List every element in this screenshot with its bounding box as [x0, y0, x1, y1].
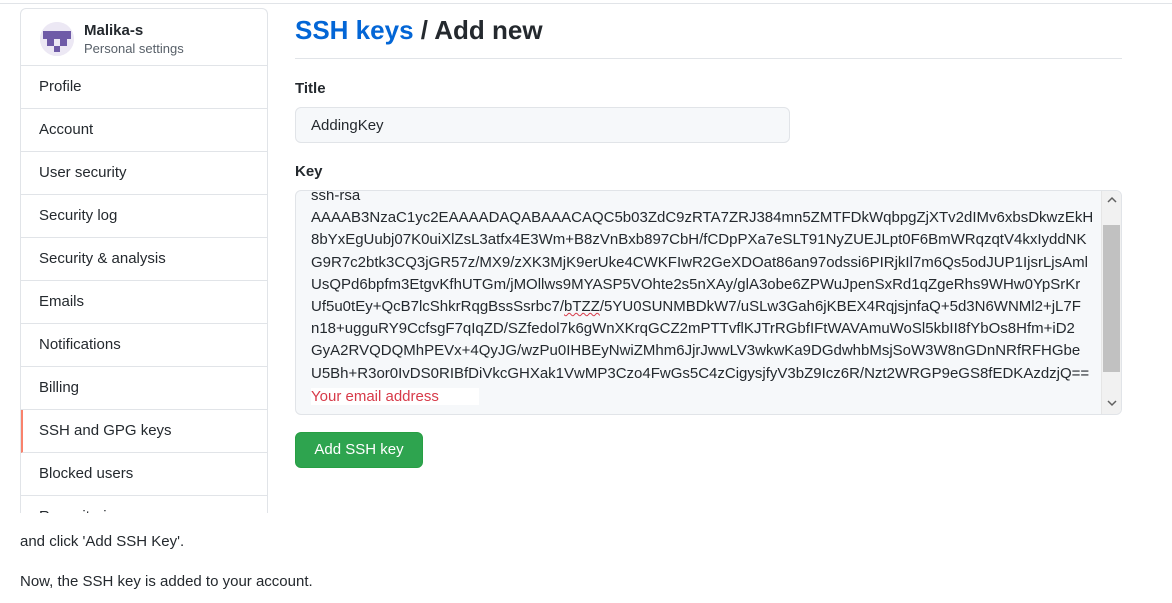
- breadcrumb-ssh-keys-link[interactable]: SSH keys: [295, 15, 414, 45]
- key-line: n18+ugguRY9CcfsgF7qIqZD/SZfedol7k6gWnXKr…: [311, 320, 1075, 338]
- key-line: U5Bh+R3or0IvDS0RIBfDiVkcGHXak1VwMP3Czo4F…: [311, 364, 1090, 382]
- key-textarea[interactable]: ssh-rsa AAAAB3NzaC1yc2EAAAADAQABAAACAQC5…: [295, 190, 1122, 415]
- key-line: 8bYxEgUubj07K0uiXlZsL3atfx4E3Wm+B8zVnBxb…: [311, 231, 1087, 249]
- email-annotation: Your email address: [311, 388, 479, 405]
- sidebar-item-profile[interactable]: Profile: [21, 66, 267, 109]
- key-text: ssh-rsa AAAAB3NzaC1yc2EAAAADAQABAAACAQC5…: [311, 190, 1097, 385]
- key-line: GyA2RVQDQMhPEVx+4QyJG/wzPu0IHBEyNwiZMhm6…: [311, 342, 1081, 360]
- top-divider: [0, 3, 1172, 4]
- key-scrollbar[interactable]: [1101, 191, 1121, 414]
- identicon-icon: [40, 22, 74, 56]
- sidebar-item-security-log[interactable]: Security log: [21, 195, 267, 238]
- user-header: Malika-s Personal settings: [21, 9, 267, 66]
- key-line: ssh-rsa: [311, 190, 361, 204]
- sidebar-item-notifications[interactable]: Notifications: [21, 324, 267, 367]
- instruction-line-2: Now, the SSH key is added to your accoun…: [20, 573, 313, 590]
- user-name: Malika-s: [84, 22, 144, 39]
- sidebar-item-blocked-users[interactable]: Blocked users: [21, 453, 267, 496]
- sidebar-item-billing[interactable]: Billing: [21, 367, 267, 410]
- scrollbar-thumb[interactable]: [1103, 225, 1120, 372]
- key-label: Key: [295, 163, 323, 180]
- chevron-up-icon[interactable]: [1102, 193, 1121, 210]
- header-divider: [295, 58, 1122, 59]
- title-label: Title: [295, 80, 326, 97]
- key-line: G9R7c2btk3CQ3jGR57z/MX9/zXK3MjK9erUke4CW…: [311, 253, 1088, 271]
- key-line: UsQPd6bpfm3EtgvKfhUTGm/jMOllws9MYASP5VOh…: [311, 275, 1081, 293]
- title-input[interactable]: [295, 107, 790, 143]
- key-line: AAAAB3NzaC1yc2EAAAADAQABAAACAQC5b03ZdC9z…: [311, 209, 1094, 227]
- breadcrumb-current: Add new: [434, 15, 543, 45]
- sidebar-item-repositories[interactable]: Repositories: [21, 496, 267, 513]
- key-line: Uf5u0tEy+QcB7lcShkrRqgBssSsrbc7/: [311, 298, 565, 316]
- key-line-misspelled: bTZZ: [564, 298, 600, 316]
- sidebar-item-account[interactable]: Account: [21, 109, 267, 152]
- key-line: /5YU0SUNMBDkW7/uSLw3Gah6jKBEX4RqjsjnfaQ+…: [599, 298, 1081, 316]
- breadcrumb-separator: /: [413, 15, 435, 45]
- sidebar-item-user-security[interactable]: User security: [21, 152, 267, 195]
- user-subtitle: Personal settings: [84, 41, 184, 56]
- chevron-down-icon[interactable]: [1102, 396, 1121, 413]
- instruction-line-1: and click 'Add SSH Key'.: [20, 533, 185, 550]
- add-ssh-key-button[interactable]: Add SSH key: [295, 432, 423, 468]
- sidebar-item-security-analysis[interactable]: Security & analysis: [21, 238, 267, 281]
- avatar[interactable]: [40, 22, 74, 56]
- sidebar-item-ssh-gpg-keys[interactable]: SSH and GPG keys: [21, 410, 267, 453]
- settings-sidebar: Malika-s Personal settings Profile Accou…: [20, 8, 268, 513]
- page-title: SSH keys / Add new: [295, 15, 543, 46]
- sidebar-item-emails[interactable]: Emails: [21, 281, 267, 324]
